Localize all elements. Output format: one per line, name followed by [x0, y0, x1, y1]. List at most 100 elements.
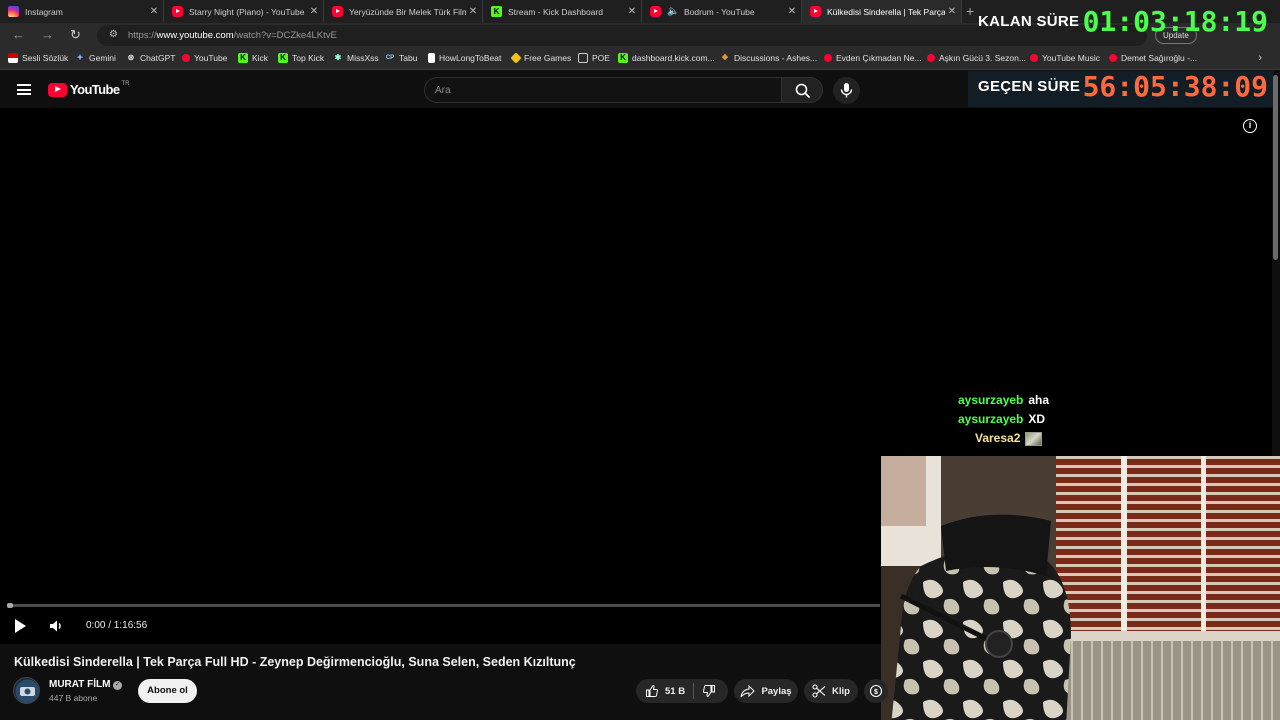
close-icon[interactable]: ✕ [625, 6, 639, 17]
chat-text: aha [1028, 393, 1050, 407]
kick-icon: K [491, 6, 502, 17]
kick-icon: K [618, 53, 628, 63]
site-info-icon[interactable]: ⚙ [109, 29, 118, 40]
bookmark-howlongtobeat[interactable]: HowLongToBeat [428, 53, 501, 63]
bookmark-poe[interactable]: POE [578, 53, 610, 63]
reload-icon[interactable]: ↻ [70, 27, 81, 43]
chat-username: aysurzayeb [958, 393, 1024, 407]
youtube-play-logo-icon [48, 82, 67, 97]
svg-text:$: $ [874, 689, 878, 696]
thanks-icon: $ [869, 684, 883, 698]
close-icon[interactable]: ✕ [466, 6, 480, 17]
youtube-icon [927, 54, 935, 62]
tab-title: Starry Night (Piano) - YouTube [189, 6, 305, 17]
chat-username: Varesa2 [975, 431, 1021, 445]
discussions-icon: ❖ [721, 53, 729, 62]
subscriber-count: 447 B abone [49, 693, 98, 703]
close-icon[interactable]: ✕ [945, 6, 959, 17]
tab-kulkedisi[interactable]: Külkedisi Sinderella | Tek Parça Fu ✕ [802, 0, 962, 23]
thanks-button[interactable]: $ [864, 679, 888, 703]
bookmark-chatgpt[interactable]: ⊛ ChatGPT [126, 53, 176, 63]
youtube-icon [182, 54, 190, 62]
tab-title: Stream - Kick Dashboard [508, 6, 603, 17]
youtube-icon [650, 6, 661, 17]
bookmark-kick-dashboard[interactable]: Kdashboard.kick.com... [618, 53, 715, 63]
bookmark-top-kick[interactable]: K Top Kick [278, 53, 324, 63]
bookmark-tabu[interactable]: CP Tabu [385, 53, 418, 63]
tab-title: Külkedisi Sinderella | Tek Parça Fu [827, 6, 945, 17]
bookmark-free-games[interactable]: Free Games [510, 52, 571, 64]
bookmark-discussions[interactable]: ❖ Discussions - Ashes... [720, 53, 817, 63]
hltb-icon [428, 53, 435, 63]
menu-icon[interactable] [17, 84, 31, 95]
emote-image [1025, 431, 1043, 446]
tab-kick-dashboard[interactable]: K Stream - Kick Dashboard ✕ [483, 0, 642, 23]
bookmark-missxss[interactable]: ✱ MissXss [333, 53, 379, 63]
share-button[interactable]: Paylaş [734, 679, 798, 703]
progress-played [7, 603, 13, 608]
youtube-icon [810, 6, 821, 17]
close-icon[interactable]: ✕ [307, 6, 321, 17]
speaker-icon[interactable]: 🔈 [667, 6, 679, 17]
clip-button[interactable]: Klip [804, 679, 858, 703]
bookmark-gemini[interactable]: ✦ Gemini [75, 53, 116, 63]
stream-timer: KALAN SÜRE 01:03:18:19 GEÇEN SÜRE 56:05:… [968, 0, 1280, 107]
close-icon[interactable]: ✕ [147, 6, 161, 17]
dislike-button[interactable] [702, 684, 716, 698]
search-icon [795, 83, 810, 98]
bookmark-sesli-sozluk[interactable]: Sesli Sözlük [8, 53, 68, 63]
tab-instagram[interactable]: Instagram ✕ [0, 0, 164, 23]
progress-bar[interactable] [10, 604, 880, 607]
bookmark-youtube[interactable]: YouTube [182, 53, 227, 63]
kick-icon: K [238, 53, 248, 63]
like-dislike-group: 51 B [636, 679, 728, 703]
chatgpt-icon: ⊛ [127, 53, 135, 62]
star-icon: ✱ [334, 53, 342, 62]
cp-icon: CP [385, 55, 395, 61]
video-title: Külkedisi Sinderella | Tek Parça Full HD… [14, 655, 576, 669]
flag-icon [8, 53, 18, 63]
thumbs-down-icon [703, 685, 716, 698]
elapsed-time-value: 56:05:38:09 [1082, 70, 1268, 103]
remaining-time-label: KALAN SÜRE [978, 13, 1080, 30]
folder-icon [578, 53, 588, 63]
tab-bodrum[interactable]: 🔈 Bodrum - YouTube ✕ [642, 0, 802, 23]
channel-name[interactable]: MURAT FİLM [49, 679, 110, 690]
tab-title: Instagram [25, 6, 63, 17]
bookmark-evden-cikmadan[interactable]: Evden Çıkmadan Ne... [824, 53, 922, 63]
search-input[interactable] [424, 77, 782, 103]
chat-username: aysurzayeb [958, 412, 1024, 426]
kick-icon: K [278, 53, 288, 63]
youtube-icon [172, 6, 183, 17]
voice-search-button[interactable] [833, 77, 860, 104]
chat-message: aysurzayeb aha [958, 393, 1049, 407]
scissors-icon [812, 684, 826, 698]
url-text: https://www.youtube.com/watch?v=DCZke4LK… [128, 30, 337, 41]
thumbs-up-icon [646, 684, 659, 697]
close-icon[interactable]: ✕ [785, 6, 799, 17]
forward-icon[interactable]: → [41, 27, 54, 42]
youtube-icon [332, 6, 343, 17]
avatar-image [15, 679, 39, 703]
subscribe-button[interactable]: Abone ol [138, 679, 197, 703]
back-icon[interactable]: ← [12, 27, 25, 42]
tab-title: Yeryüzünde Bir Melek Türk Filmi | [349, 6, 466, 17]
like-button[interactable]: 51 B [636, 684, 685, 698]
bookmark-kick[interactable]: K Kick [238, 53, 268, 63]
share-icon [740, 684, 756, 697]
webcam-feed [881, 456, 1280, 720]
volume-icon[interactable] [48, 618, 64, 634]
chat-message: aysurzayeb XD [958, 412, 1045, 426]
play-button[interactable] [15, 619, 26, 633]
youtube-logo[interactable]: YouTube TR [48, 81, 129, 97]
chat-text: XD [1028, 412, 1046, 426]
search-button[interactable] [781, 77, 823, 103]
verified-icon: ✓ [113, 681, 122, 690]
info-icon[interactable]: i [1243, 119, 1257, 133]
tab-title: Bodrum - YouTube [684, 6, 755, 17]
tab-starry-night[interactable]: Starry Night (Piano) - YouTube ✕ [164, 0, 324, 23]
like-count: 51 B [665, 685, 686, 697]
tab-yeryuzunde[interactable]: Yeryüzünde Bir Melek Türk Filmi | ✕ [324, 0, 483, 23]
microphone-icon [840, 83, 853, 98]
channel-avatar[interactable] [13, 677, 40, 704]
